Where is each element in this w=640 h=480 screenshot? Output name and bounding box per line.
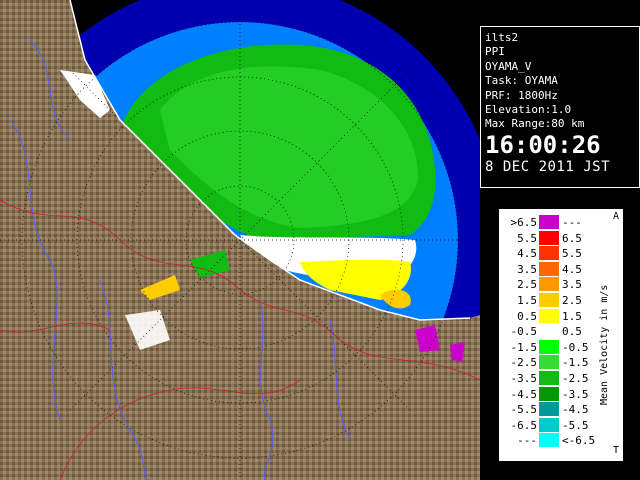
legend-row-low: 4.5 xyxy=(517,247,537,261)
legend-row-low: -2.5 xyxy=(510,356,538,370)
legend-color-swatch xyxy=(539,371,559,385)
legend-row: -6.5 -5.5 xyxy=(499,417,623,433)
legend-row: 3.5 4.5 xyxy=(499,261,623,277)
max-range-label: Max Range:80 km xyxy=(485,117,585,131)
legend-row-high: 3.5 xyxy=(562,278,582,292)
legend-row-low: -4.5 xyxy=(510,387,538,401)
legend-color-swatch xyxy=(539,355,559,370)
legend-row-high: <-6.5 xyxy=(562,434,596,448)
task-label: Task: OYAMA xyxy=(485,74,558,88)
legend-color-swatch xyxy=(539,308,559,323)
legend-color-swatch xyxy=(539,324,559,339)
legend-row-high: --- xyxy=(562,216,582,229)
product-name: OYAMA_V xyxy=(485,59,532,73)
legend-row-high: -3.5 xyxy=(562,387,589,401)
legend-row-high: -0.5 xyxy=(562,340,589,354)
legend-row: 5.5 6.5 xyxy=(499,230,623,246)
legend-color-swatch xyxy=(539,277,559,292)
legend-color-swatch xyxy=(539,215,559,229)
velocity-legend: >6.5 --- 5.5 6.5 4.5 5.5 3.5 4.5 2.5 3.5 1.5 2.5 0.5… xyxy=(498,208,624,462)
legend-row-low: --- xyxy=(517,434,537,448)
legend-title: Mean Velocity in m/s xyxy=(599,284,610,405)
legend-row-high: 0.5 xyxy=(562,325,582,339)
radar-info-panel: ilts2 PPI OYAMA_V Task: OYAMA PRF: 1800H… xyxy=(480,26,640,188)
legend-row-low: 3.5 xyxy=(517,262,537,276)
legend-row-high: 6.5 xyxy=(562,231,582,245)
legend-row-low: 0.5 xyxy=(517,309,537,323)
legend-color-swatch xyxy=(539,417,559,432)
legend-row-high: 2.5 xyxy=(562,294,582,307)
legend-row-low: -0.5 xyxy=(510,325,538,339)
scan-time: 16:00:26 xyxy=(485,130,601,159)
prf-label: PRF: 1800Hz xyxy=(485,88,558,102)
legend-color-swatch xyxy=(539,433,559,448)
legend-row-high: -2.5 xyxy=(562,372,589,385)
legend-row-high: 4.5 xyxy=(562,262,582,276)
legend-row-low: 5.5 xyxy=(517,231,537,245)
legend-color-swatch xyxy=(539,261,559,276)
legend-row-high: -4.5 xyxy=(562,403,589,417)
legend-color-swatch xyxy=(539,402,559,417)
legend-color-swatch xyxy=(539,230,559,245)
elevation-label: Elevation:1.0 xyxy=(485,103,572,117)
legend-row-low: >6.5 xyxy=(510,216,538,229)
legend-mark-top: A xyxy=(613,211,620,222)
legend-row-low: -6.5 xyxy=(510,418,538,432)
legend-color-swatch xyxy=(539,293,559,307)
radar-id: ilts2 xyxy=(485,31,519,44)
legend-color-swatch xyxy=(539,339,559,354)
radar-ppi-display xyxy=(0,0,480,480)
legend-color-swatch xyxy=(539,246,559,261)
legend-row-high: -5.5 xyxy=(562,418,589,432)
legend-color-swatch xyxy=(539,386,559,401)
legend-row-high: -1.5 xyxy=(562,356,589,370)
legend-row-high: 5.5 xyxy=(562,247,582,261)
legend-row-low: 2.5 xyxy=(517,278,537,292)
scan-date: 8 DEC 2011 JST xyxy=(485,158,611,175)
legend-row: 4.5 5.5 xyxy=(499,246,623,261)
legend-row: >6.5 --- xyxy=(499,215,623,230)
legend-mark-bottom: T xyxy=(613,445,620,456)
scan-type: PPI xyxy=(485,45,505,59)
legend-row-low: -3.5 xyxy=(510,372,538,385)
legend-row-low: 1.5 xyxy=(517,294,537,307)
legend-row-high: 1.5 xyxy=(562,309,582,323)
legend-row-low: -1.5 xyxy=(510,340,538,354)
legend-row: --- <-6.5 xyxy=(499,433,623,448)
legend-row-low: -5.5 xyxy=(510,403,538,417)
